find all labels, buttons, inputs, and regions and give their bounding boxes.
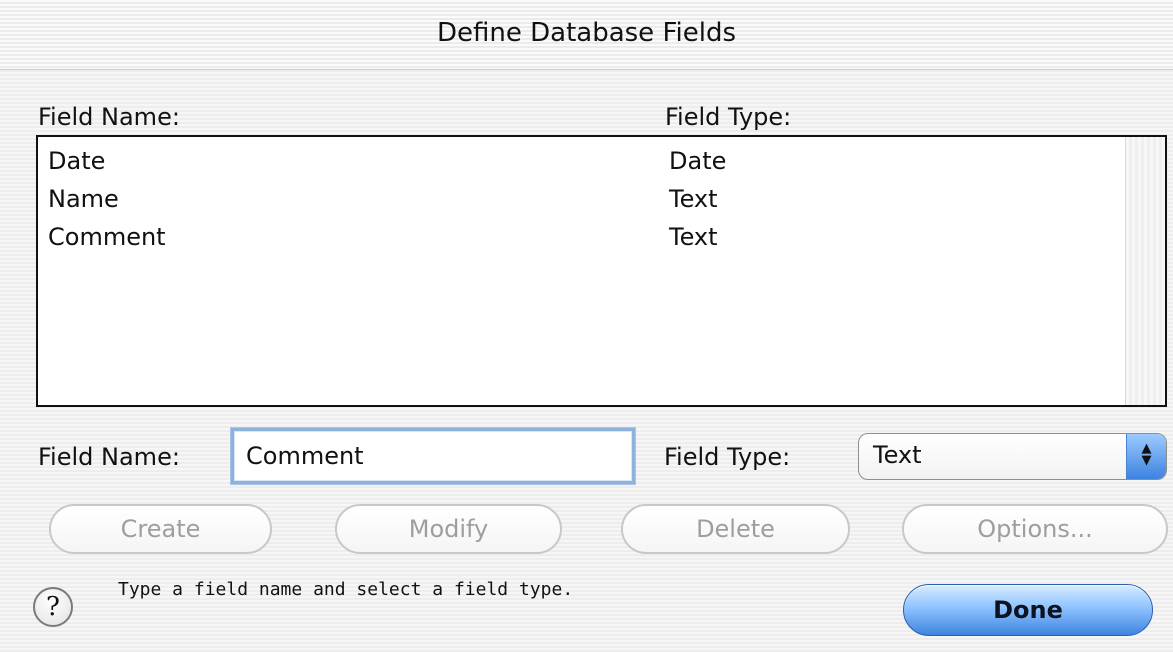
field-name-input[interactable]	[231, 428, 635, 484]
delete-button[interactable]: Delete	[621, 504, 850, 554]
field-list-row-type: Text	[669, 223, 718, 251]
field-list-row-name: Name	[48, 185, 119, 213]
field-list-scrollbar[interactable]	[1125, 137, 1165, 405]
field-type-column-header: Field Type:	[665, 103, 792, 131]
field-name-column-header: Field Name:	[38, 103, 180, 131]
field-type-popup[interactable]: Text ▲ ▼	[858, 433, 1167, 480]
field-list-row[interactable]: Date Date	[48, 142, 1108, 180]
status-text: Type a field name and select a field typ…	[118, 579, 574, 600]
field-list-row[interactable]: Comment Text	[48, 218, 1108, 256]
field-list-row-name: Comment	[48, 223, 166, 251]
field-type-selected-value: Text	[873, 441, 922, 469]
field-list-row-type: Text	[669, 185, 718, 213]
field-type-label: Field Type:	[664, 443, 791, 471]
window-title: Define Database Fields	[436, 18, 736, 48]
up-down-arrows-icon: ▲ ▼	[1126, 434, 1166, 479]
field-list[interactable]: Date Date Name Text Comment Text	[36, 135, 1167, 407]
modify-button[interactable]: Modify	[335, 504, 562, 554]
options-button[interactable]: Options...	[902, 504, 1168, 554]
help-icon[interactable]: ?	[33, 587, 73, 627]
field-list-row-name: Date	[48, 147, 106, 175]
done-button[interactable]: Done	[903, 584, 1153, 636]
define-database-fields-dialog: Define Database Fields Field Name: Field…	[0, 0, 1173, 652]
field-name-label: Field Name:	[38, 443, 180, 471]
create-button[interactable]: Create	[49, 504, 272, 554]
field-list-row[interactable]: Name Text	[48, 180, 1108, 218]
field-list-row-type: Date	[669, 147, 727, 175]
window-titlebar[interactable]: Define Database Fields	[0, 0, 1173, 70]
